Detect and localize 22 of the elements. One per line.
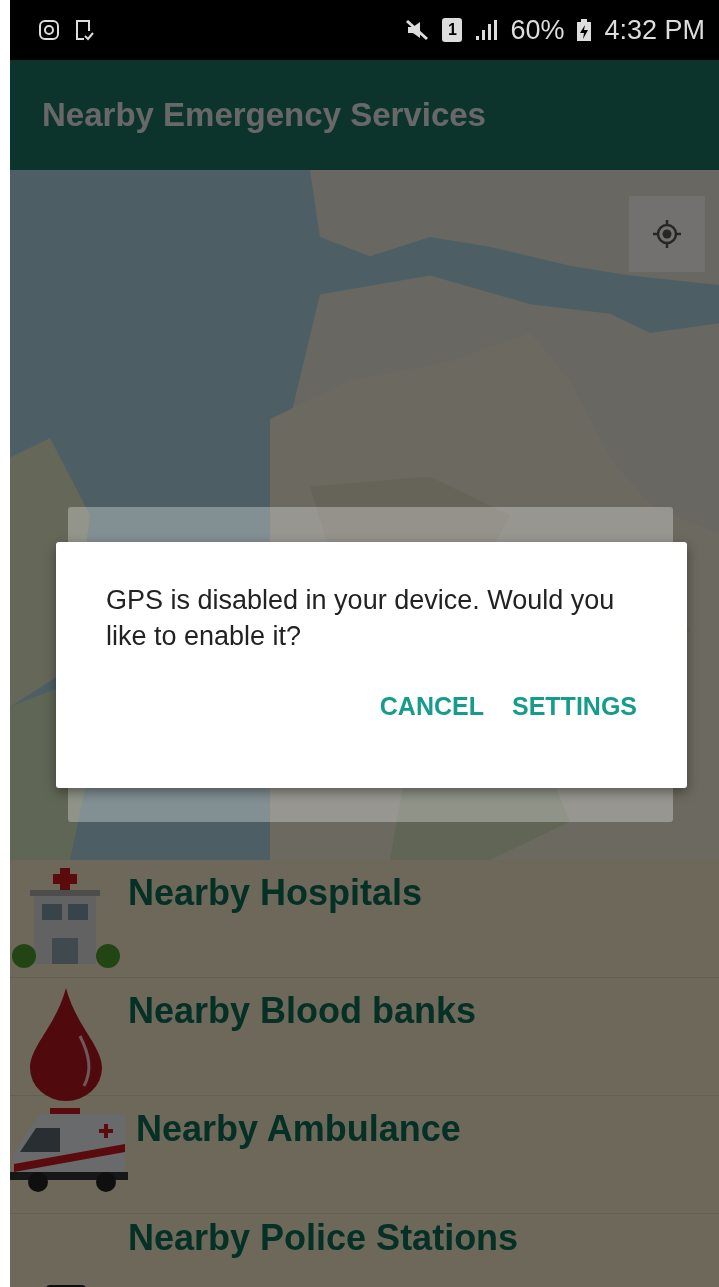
hospital-icon <box>10 868 122 968</box>
dialog-button[interactable]: SETTINGS <box>502 684 647 729</box>
service-list-item[interactable]: Nearby Ambulance <box>10 1096 719 1214</box>
dialog-button[interactable]: CANCEL <box>369 684 494 729</box>
clock: 4:32 PM <box>604 14 705 46</box>
battery-icon <box>576 18 593 42</box>
my-location-button[interactable] <box>629 196 705 272</box>
service-label: Nearby Police Stations <box>128 1220 519 1256</box>
service-label: Nearby Blood banks <box>128 990 477 1032</box>
app-title: Nearby Emergency Services <box>42 96 486 134</box>
sim-card-icon: 1 <box>442 18 463 42</box>
camera-icon <box>38 19 60 41</box>
battery-percent: 60% <box>510 14 565 46</box>
my-location-icon <box>652 219 682 249</box>
signal-icon <box>474 18 499 42</box>
service-label: Nearby Hospitals <box>128 872 423 914</box>
service-label: Nearby Ambulance <box>136 1108 461 1150</box>
service-list-item[interactable]: Nearby Hospitals <box>10 860 719 978</box>
mute-icon <box>404 18 431 42</box>
service-list-item[interactable]: Nearby Police Stations <box>10 1214 719 1287</box>
dialog-message: GPS is disabled in your device. Would you like to enable it? <box>106 584 616 653</box>
service-list-item[interactable]: Nearby Blood banks <box>10 978 719 1096</box>
